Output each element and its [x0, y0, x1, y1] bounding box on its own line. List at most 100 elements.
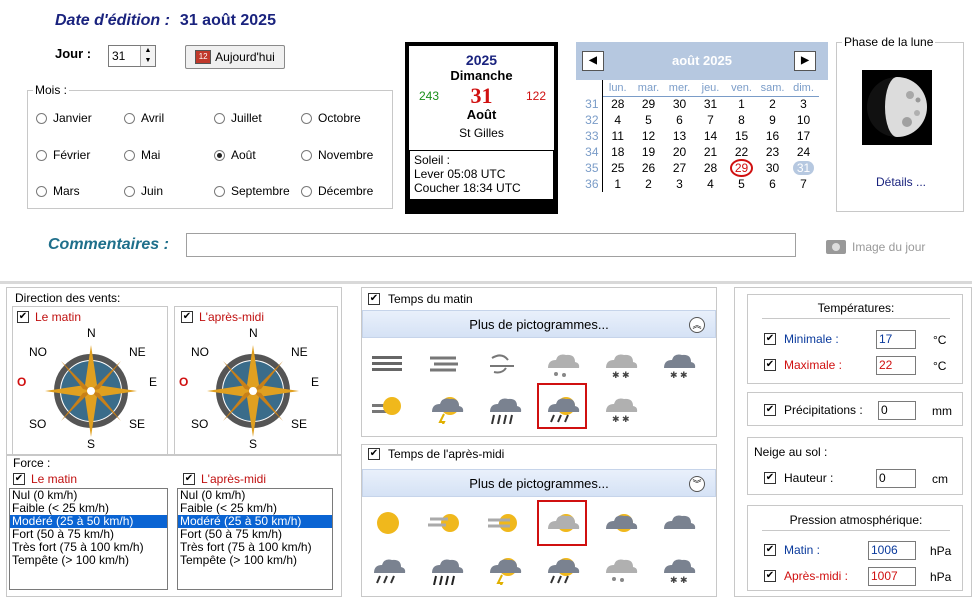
cloud-storm-icon[interactable] — [484, 549, 524, 590]
compass-rose-icon[interactable] — [13, 323, 169, 455]
month-calendar[interactable]: ◀ août 2025 ▶ lun. mar. mer. jeu. ven. s… — [576, 42, 828, 212]
calendar-day[interactable]: 2 — [633, 176, 664, 192]
calendar-day[interactable]: 25 — [602, 160, 633, 176]
radio-juillet[interactable]: Juillet — [214, 111, 262, 125]
calendar-day[interactable]: 10 — [788, 112, 819, 128]
calendar-day[interactable]: 20 — [664, 144, 695, 160]
more-pictograms-morning[interactable]: Plus de pictogrammes... ︽ — [362, 310, 716, 338]
min-temp-checkbox[interactable]: ✔ Minimale : — [764, 332, 839, 346]
compass-label-so[interactable]: SO — [191, 417, 208, 431]
sun-rain-storm-icon[interactable] — [426, 388, 466, 429]
calendar-day[interactable]: 29 — [633, 96, 664, 112]
cloud-rain-icon[interactable] — [368, 549, 408, 585]
compass-label-e[interactable]: E — [311, 375, 319, 389]
radio-aout[interactable]: Août — [214, 148, 256, 162]
calendar-day[interactable]: 12 — [633, 128, 664, 144]
more-pictograms-afternoon[interactable]: Plus de pictogrammes... ︾ — [362, 469, 716, 497]
cloud-sun-dark-icon[interactable] — [600, 505, 640, 541]
neige-checkbox[interactable]: ✔ Hauteur : — [764, 471, 833, 485]
rain-wind-icon[interactable] — [484, 388, 524, 425]
cloud-snow-icon[interactable]: ✱ ✱ — [658, 549, 698, 585]
cloud-heavy-snow-icon[interactable]: ✱ ✱ — [658, 344, 698, 380]
spinner-arrows-icon[interactable]: ▲ ▼ — [140, 46, 155, 66]
pression-matin-checkbox[interactable]: ✔ Matin : — [764, 543, 820, 557]
sun-cloud-wind-icon[interactable] — [426, 505, 466, 541]
calendar-day[interactable]: 5 — [726, 176, 757, 192]
wind-afternoon-checkbox[interactable]: ✔ L'après-midi — [181, 310, 264, 324]
compass-label-no[interactable]: NO — [29, 345, 47, 359]
compass-label-o[interactable]: O — [179, 375, 188, 389]
weather-afternoon-checkbox[interactable]: ✔ Temps de l'après-midi — [368, 447, 504, 461]
calendar-day[interactable]: 6 — [664, 112, 695, 128]
calendar-day[interactable]: 3 — [664, 176, 695, 192]
radio-fevrier[interactable]: Février — [36, 148, 90, 162]
calendar-day[interactable]: 13 — [664, 128, 695, 144]
sun-haze-icon[interactable] — [484, 505, 524, 541]
sun-fog-icon[interactable] — [368, 388, 408, 424]
calendar-day[interactable]: 21 — [695, 144, 726, 160]
sun-cloud-rain-icon[interactable] — [537, 383, 587, 429]
compass-label-so[interactable]: SO — [29, 417, 46, 431]
image-du-jour-button[interactable]: Image du jour — [826, 240, 925, 254]
calendar-day[interactable]: 30 — [757, 160, 788, 176]
calendar-day[interactable]: 31 — [695, 96, 726, 112]
calendar-day[interactable]: 22 — [726, 144, 757, 160]
radio-avril[interactable]: Avril — [124, 111, 164, 125]
radio-juin[interactable]: Juin — [124, 184, 163, 198]
sun-icon[interactable] — [368, 505, 408, 541]
weather-morning-checkbox[interactable]: ✔ Temps du matin — [368, 292, 473, 306]
force-morning-checkbox[interactable]: ✔ Le matin — [13, 472, 77, 486]
radio-octobre[interactable]: Octobre — [301, 111, 361, 125]
radio-mars[interactable]: Mars — [36, 184, 80, 198]
calendar-day[interactable]: 3 — [788, 96, 819, 112]
compass-label-no[interactable]: NO — [191, 345, 209, 359]
next-month-icon[interactable]: ▶ — [794, 51, 816, 71]
min-temp-input[interactable]: 17 — [876, 330, 916, 349]
calendar-day[interactable]: 8 — [726, 112, 757, 128]
calendar-day[interactable]: 4 — [602, 112, 633, 128]
wind-icon[interactable] — [484, 344, 524, 380]
calendar-day[interactable]: 26 — [633, 160, 664, 176]
calendar-day[interactable]: 2 — [757, 96, 788, 112]
compass-label-o[interactable]: O — [17, 375, 26, 389]
force-option[interactable]: Tempête (> 100 km/h) — [178, 554, 332, 567]
cloud-snow-light-icon[interactable]: ✱ ✱ — [600, 344, 640, 380]
compass-label-se[interactable]: SE — [291, 417, 307, 431]
compass-label-s[interactable]: S — [249, 437, 257, 451]
neige-input[interactable]: 0 — [876, 469, 916, 488]
calendar-day[interactable]: 28 — [602, 96, 633, 112]
calendar-day[interactable]: 27 — [664, 160, 695, 176]
calendar-day[interactable]: 1 — [602, 176, 633, 192]
calendar-day[interactable]: 29 — [726, 159, 757, 177]
calendar-day[interactable]: 18 — [602, 144, 633, 160]
calendar-day[interactable]: 16 — [757, 128, 788, 144]
calendar-day[interactable]: 7 — [788, 176, 819, 192]
comment-input[interactable] — [186, 233, 796, 257]
calendar-day[interactable]: 30 — [664, 96, 695, 112]
compass-rose-icon[interactable] — [175, 323, 331, 455]
wind-morning-checkbox[interactable]: ✔ Le matin — [17, 310, 81, 324]
calendar-day[interactable]: 31 — [788, 160, 819, 176]
pression-matin-input[interactable]: 1006 — [868, 541, 916, 560]
calendar-day[interactable]: 24 — [788, 144, 819, 160]
compass-label-se[interactable]: SE — [129, 417, 145, 431]
cloud-hail-snow-icon[interactable]: ✱ ✱ — [600, 388, 640, 424]
cloud-icon[interactable] — [658, 505, 698, 541]
calendar-day[interactable]: 28 — [695, 160, 726, 176]
compass-label-e[interactable]: E — [149, 375, 157, 389]
calendar-day[interactable]: 4 — [695, 176, 726, 192]
calendar-day[interactable]: 23 — [757, 144, 788, 160]
haze-wind-icon[interactable] — [426, 344, 466, 380]
compass-label-ne[interactable]: NE — [129, 345, 146, 359]
calendar-day[interactable]: 14 — [695, 128, 726, 144]
calendar-day[interactable]: 7 — [695, 112, 726, 128]
cloud-hail-icon[interactable] — [600, 549, 640, 585]
moon-details-link[interactable]: Détails ... — [837, 175, 965, 189]
force-afternoon-list[interactable]: Nul (0 km/h) Faible (< 25 km/h) Modéré (25… — [177, 488, 333, 590]
radio-septembre[interactable]: Septembre — [214, 184, 290, 198]
calendar-day[interactable]: 19 — [633, 144, 664, 160]
compass-label-n[interactable]: N — [87, 326, 96, 340]
sun-cloud-rain-icon[interactable] — [542, 549, 582, 585]
radio-mai[interactable]: Mai — [124, 148, 160, 162]
force-option[interactable]: Tempête (> 100 km/h) — [10, 554, 167, 567]
